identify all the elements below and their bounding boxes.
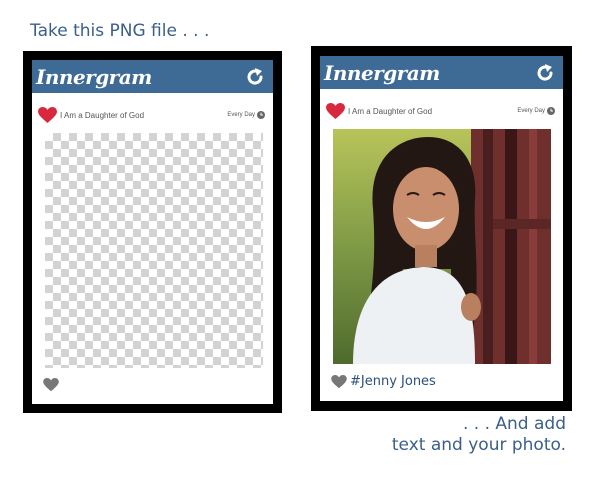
- like-heart-icon[interactable]: [331, 374, 347, 389]
- heart-icon[interactable]: [326, 102, 345, 120]
- portrait-photo: [333, 129, 551, 364]
- post-title: I Am a Daughter of God: [348, 106, 433, 116]
- template-card: Innergram I Am a Daughter of God Every D…: [32, 60, 273, 404]
- hashtag-text: #Jenny Jones: [350, 374, 436, 389]
- app-logo: Innergram: [36, 64, 152, 89]
- clock-icon: [257, 111, 265, 119]
- filled-card: Innergram I Am a Daughter of God Every D…: [320, 56, 563, 401]
- app-logo: Innergram: [324, 60, 440, 85]
- filled-frame: Innergram I Am a Daughter of God Every D…: [311, 46, 572, 411]
- app-topbar: Innergram: [32, 60, 273, 93]
- caption-bottom: . . . And add text and your photo.: [392, 414, 566, 456]
- post-header: I Am a Daughter of God Every Day: [326, 101, 555, 121]
- clock-icon: [547, 107, 555, 115]
- refresh-icon[interactable]: [245, 67, 265, 87]
- app-topbar: Innergram: [320, 56, 563, 89]
- template-frame: Innergram I Am a Daughter of God Every D…: [23, 51, 282, 413]
- caption-bottom-line2: text and your photo.: [391, 435, 566, 455]
- caption-top: Take this PNG file . . .: [30, 21, 210, 41]
- like-heart-icon[interactable]: [43, 378, 59, 392]
- refresh-icon[interactable]: [535, 63, 555, 83]
- time-label: Every Day: [517, 108, 545, 114]
- transparent-photo-area: [45, 133, 263, 368]
- heart-icon[interactable]: [38, 106, 57, 124]
- post-footer: [43, 378, 59, 392]
- post-title: I Am a Daughter of God: [60, 110, 145, 120]
- time-label: Every Day: [227, 112, 255, 118]
- post-footer: #Jenny Jones: [331, 374, 436, 389]
- caption-bottom-line1: . . . And add: [462, 414, 566, 434]
- post-header: I Am a Daughter of God Every Day: [38, 105, 265, 125]
